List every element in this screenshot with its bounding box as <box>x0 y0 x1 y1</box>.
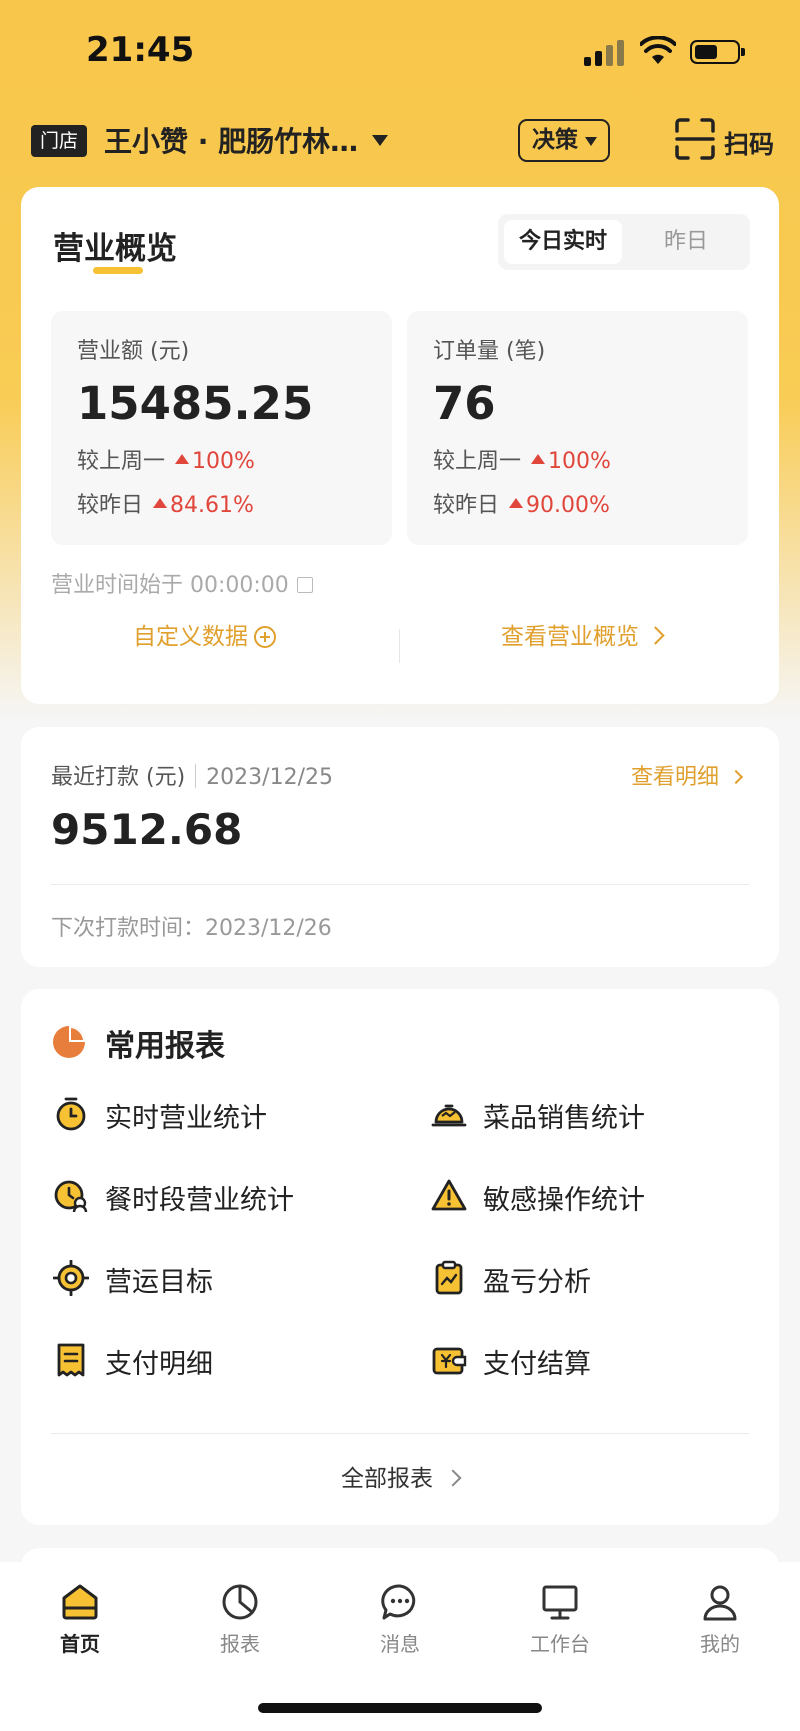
overview-title: 营业概览 <box>53 231 177 267</box>
next-payout-time: 下次打款时间：2023/12/26 <box>51 916 332 941</box>
report-label: 盈亏分析 <box>483 1267 591 1298</box>
compare-label: 较昨日 <box>433 493 500 518</box>
clock-user-icon <box>54 1180 88 1213</box>
tab-today-realtime[interactable]: 今日实时 <box>504 220 622 264</box>
pie-chart-icon <box>53 1026 85 1058</box>
status-time: 21:45 <box>86 30 195 70</box>
report-label: 支付结算 <box>483 1349 591 1380</box>
report-label: 菜品销售统计 <box>483 1103 645 1134</box>
decision-dropdown-button[interactable]: 决策 <box>518 119 610 162</box>
compare-label: 较上周一 <box>433 449 522 474</box>
clipboard-chart-icon <box>435 1260 463 1295</box>
view-overview-link[interactable]: 查看营业概览 <box>501 617 665 651</box>
target-icon <box>53 1260 89 1296</box>
increase-value: 90.00% <box>509 493 610 518</box>
stopwatch-icon <box>56 1097 86 1131</box>
wifi-icon <box>640 36 676 64</box>
chevron-right-icon <box>444 1469 462 1487</box>
tab-label: 首页 <box>60 1632 100 1656</box>
recent-payout-card: 最近打款 (元) 2023/12/25 查看明细 9512.68 下次打款时间：2… <box>21 727 779 967</box>
orders-week-compare: 较上周一 100% <box>433 443 611 475</box>
business-overview-card: 营业概览 今日实时 昨日 营业额 (元) 15485.25 较上周一 100% 较… <box>21 187 779 704</box>
divider <box>195 764 197 788</box>
report-label: 餐时段营业统计 <box>105 1185 294 1216</box>
title-underline <box>93 267 143 274</box>
home-icon <box>62 1584 98 1620</box>
tab-label: 我的 <box>700 1632 740 1656</box>
store-selector[interactable]: 王小赞 · 肥肠竹林… <box>104 120 358 160</box>
report-label: 营运目标 <box>105 1267 213 1298</box>
revenue-week-compare: 较上周一 100% <box>77 443 255 475</box>
status-bar: 21:45 <box>0 0 800 100</box>
caret-down-icon <box>585 137 597 146</box>
home-indicator <box>258 1703 542 1713</box>
custom-data-link[interactable]: 自定义数据 <box>133 617 276 651</box>
increase-value: 100% <box>531 449 611 474</box>
receipt-icon <box>57 1343 85 1377</box>
monitor-icon <box>542 1585 578 1620</box>
chevron-right-icon <box>646 626 665 645</box>
divider <box>51 884 749 885</box>
all-reports-label: 全部报表 <box>341 1466 433 1492</box>
compare-label: 较昨日 <box>77 493 144 518</box>
tab-workbench[interactable]: 工作台 <box>510 1582 610 1657</box>
all-reports-link[interactable]: 全部报表 <box>21 1459 779 1493</box>
scan-label: 扫码 <box>724 130 775 159</box>
orders-value: 76 <box>433 377 496 430</box>
orders-metric[interactable]: 订单量 (笔) 76 较上周一 100% 较昨日 90.00% <box>407 311 748 545</box>
payout-date: 2023/12/25 <box>206 765 333 790</box>
edit-icon[interactable] <box>296 577 313 593</box>
chevron-right-icon <box>728 769 744 785</box>
time-range-toggle: 今日实时 昨日 <box>498 214 750 270</box>
tab-label: 工作台 <box>530 1632 590 1656</box>
reports-title: 常用报表 <box>105 1029 225 1064</box>
revenue-day-compare: 较昨日 84.61% <box>77 487 254 519</box>
user-icon <box>703 1585 737 1621</box>
caret-down-icon[interactable] <box>372 135 388 146</box>
tab-yesterday[interactable]: 昨日 <box>636 220 736 264</box>
chat-bubble-icon <box>381 1584 416 1620</box>
battery-icon <box>690 40 745 64</box>
business-start-time[interactable]: 营业时间始于 00:00:00 <box>51 567 313 599</box>
orders-day-compare: 较昨日 90.00% <box>433 487 610 519</box>
compare-label: 较上周一 <box>77 449 166 474</box>
custom-data-label: 自定义数据 <box>133 624 248 650</box>
payout-header: 最近打款 (元) 2023/12/25 <box>51 759 333 791</box>
revenue-label: 营业额 (元) <box>77 339 190 364</box>
divider <box>399 629 400 663</box>
scan-icon <box>675 118 715 160</box>
revenue-metric[interactable]: 营业额 (元) 15485.25 较上周一 100% 较昨日 84.61% <box>51 311 392 545</box>
report-label: 支付明细 <box>105 1349 213 1380</box>
wallet-yen-icon <box>432 1347 467 1375</box>
view-detail-label: 查看明细 <box>630 765 719 790</box>
tab-messages[interactable]: 消息 <box>350 1582 450 1657</box>
cloche-icon <box>431 1104 467 1127</box>
view-detail-link[interactable]: 查看明细 <box>630 759 744 791</box>
payout-label: 最近打款 (元) <box>51 765 186 790</box>
tab-label: 报表 <box>220 1632 260 1656</box>
store-tag: 门店 <box>31 125 88 157</box>
revenue-value: 15485.25 <box>77 377 314 430</box>
common-reports-card: 常用报表 实时营业统计 菜品销售统计 餐时段营业统计 敏感操作统计 营运目标 盈… <box>21 989 779 1525</box>
increase-value: 84.61% <box>153 493 254 518</box>
payout-amount: 9512.68 <box>51 805 243 854</box>
plus-circle-icon <box>254 626 276 648</box>
increase-value: 100% <box>175 449 255 474</box>
tab-label: 消息 <box>380 1632 420 1656</box>
warning-icon <box>431 1179 467 1211</box>
report-label: 敏感操作统计 <box>483 1185 645 1216</box>
tab-home[interactable]: 首页 <box>30 1582 130 1657</box>
view-overview-label: 查看营业概览 <box>501 624 639 650</box>
business-time-text: 营业时间始于 00:00:00 <box>51 573 289 598</box>
tab-reports[interactable]: 报表 <box>190 1582 290 1657</box>
divider <box>51 1433 749 1434</box>
orders-label: 订单量 (笔) <box>433 339 546 364</box>
pie-chart-icon <box>222 1584 258 1620</box>
tab-profile[interactable]: 我的 <box>670 1582 770 1657</box>
decision-label: 决策 <box>532 127 578 153</box>
report-label: 实时营业统计 <box>105 1103 267 1134</box>
cellular-signal-icon <box>584 40 626 66</box>
